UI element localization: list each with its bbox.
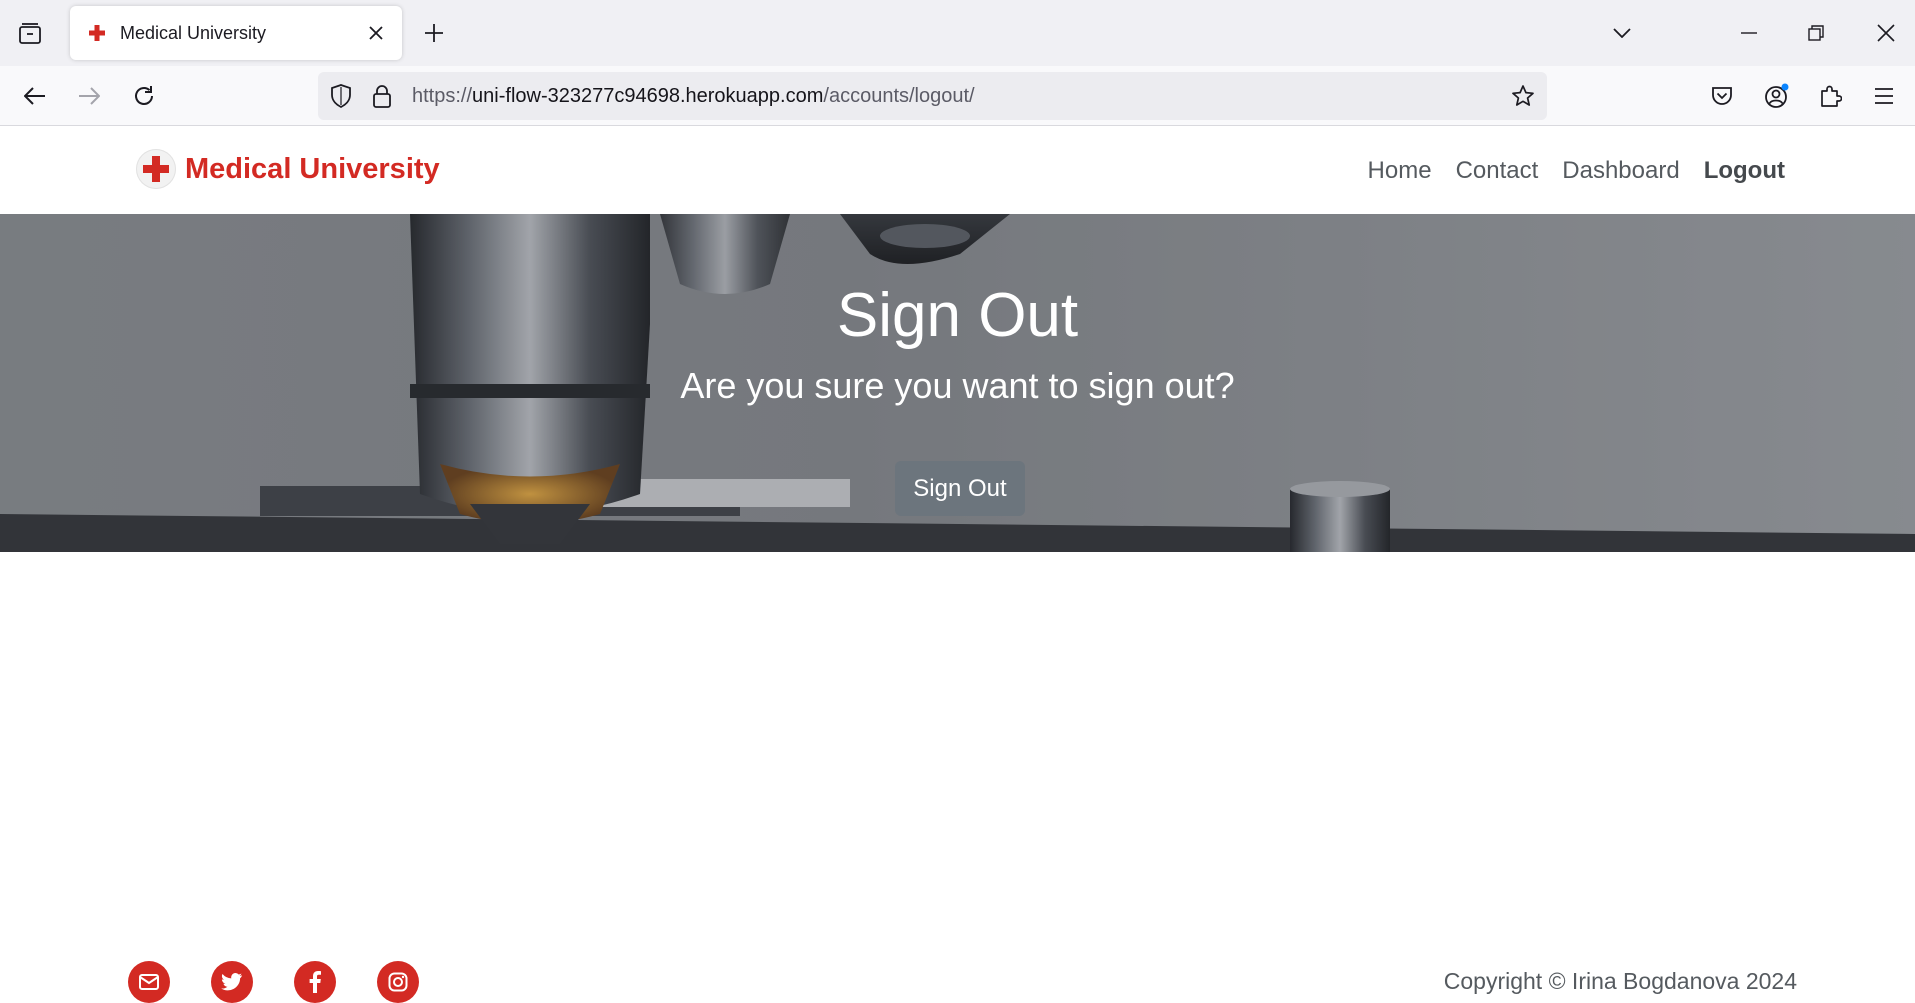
extensions-puzzle-icon[interactable] — [1813, 78, 1849, 114]
list-all-tabs-chevron-icon[interactable] — [1606, 17, 1638, 49]
pocket-icon[interactable] — [1704, 78, 1740, 114]
account-icon[interactable] — [1759, 78, 1795, 114]
url-text: https://uni-flow-323277c94698.herokuapp.… — [412, 85, 975, 108]
main-nav: Home Contact Dashboard Logout — [1344, 157, 1785, 185]
bookmark-star-icon[interactable] — [1511, 84, 1535, 113]
nav-link-logout[interactable]: Logout — [1704, 157, 1785, 185]
facebook-icon[interactable] — [294, 961, 336, 1003]
social-links — [128, 961, 460, 1003]
browser-tabstrip: Medical University — [0, 0, 1915, 66]
instagram-icon[interactable] — [377, 961, 419, 1003]
nav-link-dashboard[interactable]: Dashboard — [1562, 157, 1679, 185]
tracking-protection-shield-icon[interactable] — [330, 84, 352, 113]
envelope-icon[interactable] — [128, 961, 170, 1003]
hero-subtitle: Are you sure you want to sign out? — [680, 365, 1235, 406]
brand-name: Medical University — [185, 152, 440, 185]
new-tab-icon[interactable] — [418, 17, 450, 49]
url-host: uni-flow-323277c94698.herokuapp.com — [472, 85, 824, 107]
hero-banner: Sign Out Are you sure you want to sign o… — [0, 214, 1915, 552]
nav-link-contact[interactable]: Contact — [1456, 157, 1539, 185]
hero-title: Sign Out — [836, 281, 1079, 350]
lock-icon[interactable] — [372, 84, 392, 113]
back-arrow-icon[interactable] — [17, 78, 53, 114]
url-prefix: https:// — [412, 85, 473, 107]
minimize-icon[interactable] — [1733, 17, 1765, 49]
brand-link[interactable]: Medical University — [136, 149, 440, 189]
app-menu-hamburger-icon[interactable] — [1866, 78, 1902, 114]
browser-tab[interactable]: Medical University — [70, 6, 402, 60]
address-bar[interactable]: https://uni-flow-323277c94698.herokuapp.… — [318, 72, 1547, 120]
restore-icon[interactable] — [1800, 17, 1832, 49]
copyright-text: Copyright © Irina Bogdanova 2024 — [1443, 968, 1797, 994]
nav-link-home[interactable]: Home — [1368, 157, 1432, 185]
red-cross-logo-icon — [136, 149, 176, 189]
tab-overview-icon[interactable] — [12, 16, 48, 52]
site-header: Medical University Home Contact Dashboar… — [0, 127, 1915, 214]
tab-title: Medical University — [120, 22, 267, 43]
sign-out-button[interactable]: Sign Out — [895, 461, 1025, 516]
browser-toolbar: https://uni-flow-323277c94698.herokuapp.… — [0, 66, 1915, 126]
close-window-icon[interactable] — [1870, 17, 1902, 49]
twitter-icon[interactable] — [211, 961, 253, 1003]
reload-icon[interactable] — [126, 78, 162, 114]
red-cross-favicon-icon — [88, 24, 106, 42]
url-path: /accounts/logout/ — [823, 85, 975, 107]
close-tab-icon[interactable] — [362, 19, 390, 47]
forward-arrow-icon[interactable] — [71, 78, 107, 114]
